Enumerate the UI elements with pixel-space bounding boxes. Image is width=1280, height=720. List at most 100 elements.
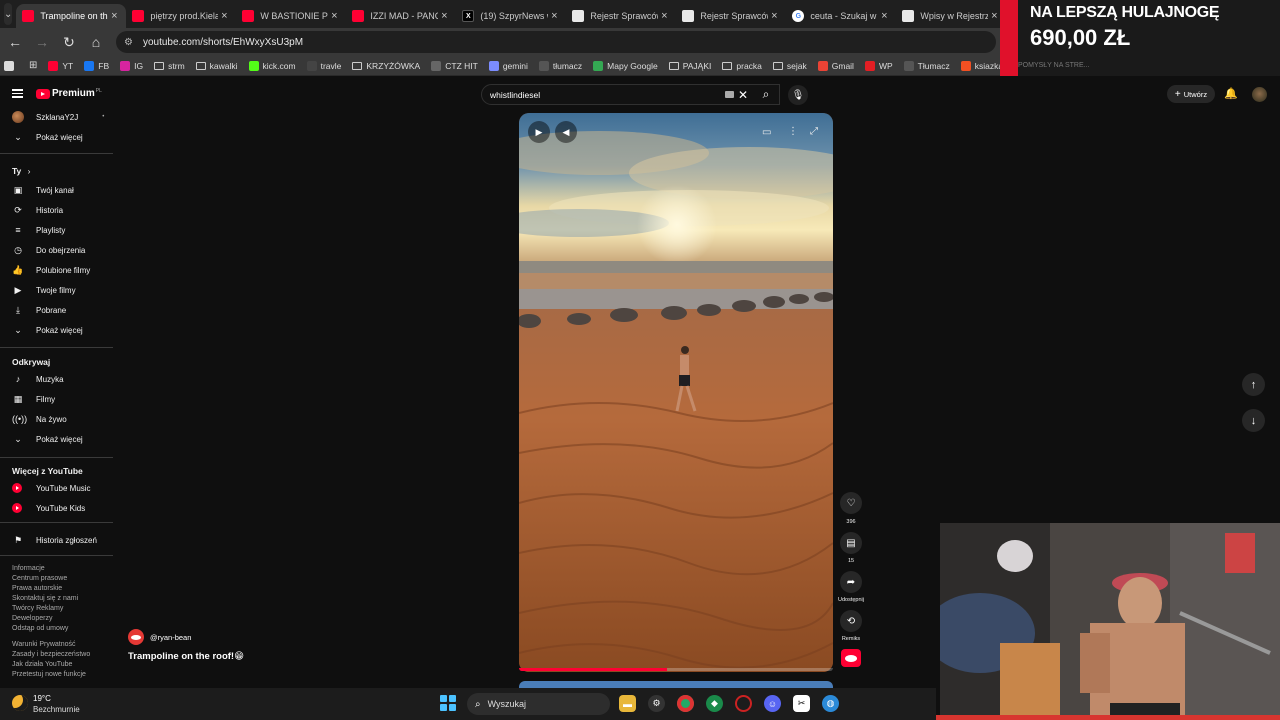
taskbar-search[interactable]: ⌕ Wyszukaj (467, 693, 610, 715)
bookmark-item[interactable]: FB (84, 60, 109, 71)
footer-link[interactable]: Deweloperzy (12, 614, 78, 624)
browser-tab[interactable]: Wpisy w Rejestrze × (896, 4, 1006, 28)
like-button[interactable]: ♡ (840, 492, 862, 514)
sidebar-item-movies[interactable]: ▦ Filmy (12, 392, 55, 406)
browser-tab[interactable]: X (19) SzpyrNews w × (456, 4, 566, 28)
footer-link[interactable]: Prawa autorskie (12, 584, 78, 594)
globe-app-icon[interactable]: ◍ (822, 695, 839, 712)
short-video-player[interactable]: ▶ ◀ ▭ ⋮ ⤢ (519, 113, 833, 672)
footer-link[interactable]: Zasady i bezpieczeństwo (12, 650, 90, 660)
next-short-arrow-down-icon[interactable]: ↓ (1242, 409, 1265, 432)
captions-icon[interactable]: ▭ (762, 127, 771, 138)
bookmark-item[interactable]: WP (864, 60, 893, 71)
notifications-bell-icon[interactable]: 🔔 (1224, 87, 1238, 100)
apps-square-icon[interactable] (4, 60, 18, 71)
tab-search-chevron-icon[interactable]: ⌄ (4, 3, 13, 25)
site-settings-icon[interactable]: ⚙ (124, 37, 133, 48)
sound-source-thumbnail[interactable] (841, 649, 861, 667)
bookmark-item[interactable]: travle (306, 60, 341, 71)
footer-link[interactable]: Informacje (12, 564, 78, 574)
share-button[interactable]: ➦ (840, 571, 862, 593)
address-bar[interactable]: ⚙ youtube.com/shorts/EhWxyXsU3pM (116, 31, 996, 53)
footer-link[interactable]: Twórcy Reklamy (12, 604, 78, 614)
sidebar-item-your-channel[interactable]: ▣ Twój kanał (12, 183, 74, 197)
channel-handle[interactable]: @ryan-bean (150, 633, 191, 642)
sidebar-item-playlists[interactable]: ≡ Playlisty (12, 223, 65, 237)
sidebar-item-your-videos[interactable]: ▶ Twoje filmy (12, 283, 76, 297)
previous-short-arrow-up-icon[interactable]: ↑ (1242, 373, 1265, 396)
bookmark-item[interactable]: CTZ HIT (431, 60, 478, 71)
browser-shield-icon[interactable]: ◆ (706, 695, 723, 712)
close-icon[interactable]: × (108, 10, 120, 22)
close-icon[interactable]: × (548, 10, 560, 22)
file-explorer-icon[interactable]: ▬ (619, 695, 636, 712)
bookmark-item[interactable]: ksiazka (960, 60, 1003, 71)
apps-grid-icon[interactable]: ⊞ (29, 60, 37, 71)
bookmark-item[interactable]: gemini (488, 60, 528, 71)
windows-start-icon[interactable] (440, 695, 456, 711)
browser-tab[interactable]: Gceuta - Szukaj w G × (786, 4, 896, 28)
browser-tab[interactable]: Rejestr Sprawców × (676, 4, 786, 28)
bookmark-item[interactable]: sejak (772, 61, 807, 71)
back-arrow-icon[interactable]: ← (3, 30, 27, 54)
bookmark-item[interactable]: Mapy Google (593, 60, 658, 71)
sidebar-you-heading[interactable]: Ty › (12, 166, 31, 176)
search-input[interactable]: whistlindiesel ✕ (481, 84, 780, 105)
avatar[interactable] (1252, 87, 1267, 102)
sidebar-item-liked[interactable]: 👍 Polubione filmy (12, 263, 90, 277)
forward-arrow-icon[interactable]: → (30, 30, 54, 54)
play-button[interactable]: ▶ (528, 121, 550, 143)
capcut-icon[interactable]: ✂ (793, 695, 810, 712)
bookmark-item[interactable]: kick.com (248, 60, 296, 71)
sidebar-item-watch-later[interactable]: ◷ Do obejrzenia (12, 243, 85, 257)
fullscreen-icon[interactable]: ⤢ (810, 126, 818, 137)
microphone-icon[interactable]: 🎙 (788, 85, 808, 105)
close-icon[interactable]: × (438, 10, 450, 22)
sidebar-item-report-history[interactable]: ⚑ Historia zgłoszeń (12, 533, 97, 547)
browser-tab[interactable]: piętrzy prod.Kiela × (126, 4, 236, 28)
sidebar-item-history[interactable]: ⟳ Historia (12, 203, 63, 217)
create-button[interactable]: + Utwórz (1167, 85, 1215, 103)
discord-icon[interactable]: ☺ (764, 695, 781, 712)
keyboard-icon[interactable] (725, 91, 734, 98)
weather-temperature[interactable]: 19°C (33, 694, 51, 703)
close-icon[interactable]: × (988, 10, 1000, 22)
chrome-icon[interactable] (677, 695, 694, 712)
bookmark-item[interactable]: kawalki (195, 61, 238, 71)
footer-link[interactable]: Skontaktuj się z nami (12, 594, 78, 604)
sidebar-item-show-more[interactable]: ⌄ Pokaż więcej (12, 323, 82, 337)
close-icon[interactable]: × (658, 10, 670, 22)
close-icon[interactable]: × (328, 10, 340, 22)
footer-link[interactable]: Warunki Prywatność (12, 640, 90, 650)
reload-icon[interactable]: ↻ (57, 30, 81, 54)
close-icon[interactable]: × (878, 10, 890, 22)
footer-link[interactable]: Przetestuj nowe funkcje (12, 670, 90, 680)
sidebar-item-youtube-music[interactable]: YouTube Music (12, 481, 91, 495)
sidebar-item-youtube-kids[interactable]: YouTube Kids (12, 501, 85, 515)
sidebar-item-music[interactable]: ♪ Muzyka (12, 372, 64, 386)
moon-weather-icon[interactable] (12, 695, 28, 711)
browser-tab[interactable]: W BASTIONIE PiS × (236, 4, 346, 28)
bookmark-item[interactable]: YT (48, 60, 73, 71)
browser-tab[interactable]: Trampoline on the × (16, 4, 127, 28)
close-icon[interactable]: × (768, 10, 780, 22)
video-progress-bar[interactable] (519, 668, 833, 671)
weather-description[interactable]: Bezchmurnie (33, 705, 80, 714)
browser-tab[interactable]: IZZI MAD - PANCI × (346, 4, 456, 28)
bookmark-item[interactable]: pracka (722, 61, 762, 71)
footer-link[interactable]: Jak działa YouTube (12, 660, 90, 670)
sidebar-item-show-more-explore[interactable]: ⌄ Pokaż więcej (12, 432, 82, 446)
search-icon[interactable]: ⌕ (752, 84, 780, 105)
remix-button[interactable]: ⟲ (840, 610, 862, 632)
bookmark-item[interactable]: KRZYŻÓWKA (352, 61, 420, 71)
footer-link[interactable]: Centrum prasowe (12, 574, 78, 584)
more-vert-icon[interactable]: ⋮ (788, 126, 798, 137)
sidebar-account[interactable]: SzklanaY2J • (12, 110, 104, 124)
sidebar-item-downloads[interactable]: ⤓ Pobrane (12, 303, 66, 317)
bookmark-item[interactable]: Tłumacz (903, 60, 950, 71)
volume-icon[interactable]: ◀ (555, 121, 577, 143)
browser-tab[interactable]: Rejestr Sprawców × (566, 4, 676, 28)
sidebar-item-live[interactable]: ((•)) Na żywo (12, 412, 67, 426)
sidebar-show-more-subs[interactable]: ⌄ Pokaż więcej (12, 130, 82, 144)
clear-search-icon[interactable]: ✕ (738, 88, 748, 102)
